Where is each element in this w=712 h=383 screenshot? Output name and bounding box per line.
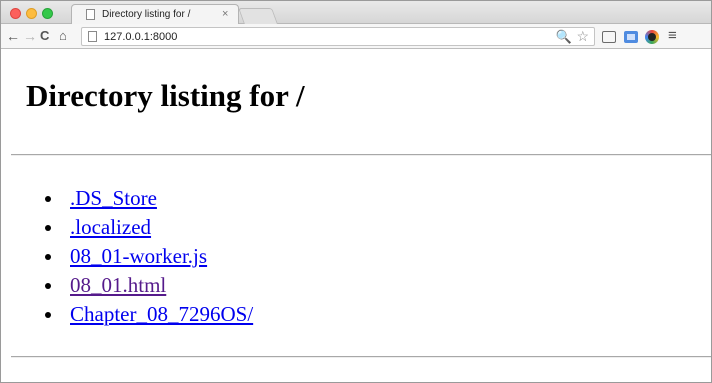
divider <box>11 154 711 156</box>
file-link[interactable]: 08_01-worker.js <box>70 244 207 268</box>
url-text[interactable]: 127.0.0.1:8000 <box>104 31 177 43</box>
bookmark-star-icon[interactable]: ☆ <box>576 28 589 45</box>
page-icon <box>88 31 97 42</box>
file-link[interactable]: 08_01.html <box>70 273 166 297</box>
list-item: 08_01.html <box>64 271 253 300</box>
list-item: .localized <box>64 213 253 242</box>
list-item: Chapter_08_7296OS/ <box>64 300 253 329</box>
list-item: 08_01-worker.js <box>64 242 253 271</box>
file-list: .DS_Store .localized 08_01-worker.js 08_… <box>64 184 253 329</box>
calendar-extension-icon[interactable] <box>624 31 638 43</box>
close-tab-icon[interactable]: × <box>222 8 228 20</box>
title-bar: Directory listing for / × <box>1 1 711 25</box>
cast-icon[interactable] <box>602 31 616 43</box>
page-content: Directory listing for / .DS_Store .local… <box>1 50 711 382</box>
browser-toolbar: ← → C ⌂ 127.0.0.1:8000 🔍 ☆ ≡ <box>1 24 711 49</box>
zoom-window-icon[interactable] <box>42 8 53 19</box>
color-extension-icon[interactable] <box>645 30 659 44</box>
list-item: .DS_Store <box>64 184 253 213</box>
page-icon <box>86 9 95 20</box>
tab-title: Directory listing for / <box>102 9 191 20</box>
file-link[interactable]: .DS_Store <box>70 186 157 210</box>
tab-directory-listing[interactable]: Directory listing for / × <box>71 4 239 25</box>
zoom-icon[interactable]: 🔍 <box>556 29 572 45</box>
close-window-icon[interactable] <box>10 8 21 19</box>
menu-icon[interactable]: ≡ <box>668 28 677 44</box>
reload-icon[interactable]: C <box>40 28 49 44</box>
browser-window: Directory listing for / × ← → C ⌂ 127.0.… <box>0 0 712 383</box>
forward-icon[interactable]: → <box>23 28 37 44</box>
back-icon[interactable]: ← <box>6 28 20 44</box>
divider <box>11 356 711 358</box>
home-icon[interactable]: ⌂ <box>59 28 67 44</box>
minimize-window-icon[interactable] <box>26 8 37 19</box>
address-bar[interactable]: 127.0.0.1:8000 🔍 ☆ <box>81 27 595 46</box>
directory-link[interactable]: Chapter_08_7296OS/ <box>70 302 253 326</box>
file-link[interactable]: .localized <box>70 215 151 239</box>
page-title: Directory listing for / <box>26 78 305 113</box>
new-tab-button[interactable] <box>238 8 278 24</box>
